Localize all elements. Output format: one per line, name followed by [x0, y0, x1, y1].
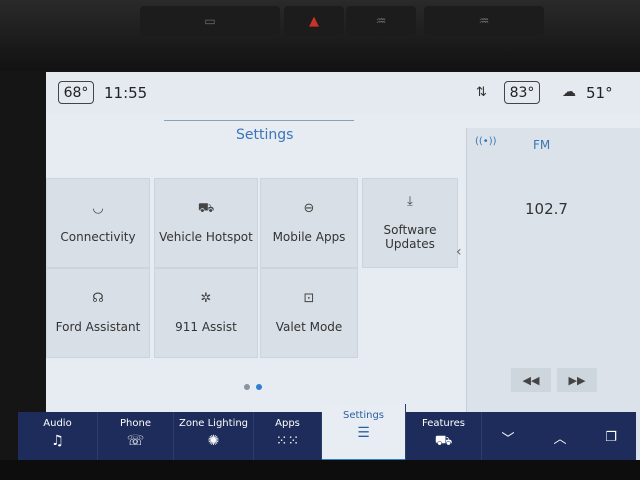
- collapse-panel-icon[interactable]: ‹: [456, 244, 462, 260]
- sliders-icon: ☰: [357, 425, 370, 441]
- rear-defrost-button[interactable]: ♒: [424, 6, 544, 36]
- outside-temp: 51°: [586, 84, 613, 102]
- seek-forward-icon: ▶▶: [568, 373, 586, 387]
- weather-icon: ☁: [562, 84, 576, 100]
- truck-icon: ⛟: [434, 433, 453, 449]
- nav-features[interactable]: Features ⛟: [406, 412, 482, 462]
- page-dot-2[interactable]: [256, 384, 262, 390]
- music-note-icon: ♫: [51, 433, 64, 449]
- page-title: Settings: [236, 127, 294, 143]
- tile-vehicle-hotspot[interactable]: ⛟ Vehicle Hotspot: [154, 178, 258, 268]
- climate-temp-badge[interactable]: 83°: [504, 81, 540, 104]
- wifi-icon: ◡: [92, 201, 104, 216]
- nav-label: Apps: [275, 418, 300, 429]
- hazard-button[interactable]: ▲: [284, 6, 344, 36]
- tile-911-assist[interactable]: ✲ 911 Assist: [154, 268, 258, 358]
- bezel-top: ▭ ▲ ♒ ♒: [0, 0, 640, 70]
- status-bar: 68° 11:55 ⇅ 83° ☁ 51°: [46, 72, 640, 114]
- tile-valet-mode[interactable]: ⊡ Valet Mode: [260, 268, 358, 358]
- chevron-down-icon: ﹀: [501, 431, 515, 447]
- radio-frequency: 102.7: [525, 200, 568, 218]
- nav-label: Settings: [342, 410, 384, 421]
- signal-icon: ((•)): [475, 136, 497, 147]
- assist-icon: ✲: [200, 291, 212, 306]
- nav-label: Audio: [43, 418, 72, 429]
- voice-icon: ☊: [92, 291, 104, 306]
- hw-button-left[interactable]: ▭: [140, 6, 280, 36]
- seek-back-icon: ◀◀: [522, 373, 540, 387]
- seek-forward-button[interactable]: ▶▶: [557, 368, 597, 392]
- nav-label: Features: [422, 418, 465, 429]
- nav-up-button[interactable]: ︿: [534, 412, 586, 462]
- tile-ford-assistant[interactable]: ☊ Ford Assistant: [46, 268, 150, 358]
- tile-label: Mobile Apps: [272, 230, 346, 244]
- radio-band[interactable]: FM: [533, 138, 550, 152]
- nav-cards-button[interactable]: ❐: [586, 412, 636, 462]
- page-indicator[interactable]: [244, 384, 262, 390]
- tile-label: 911 Assist: [175, 320, 237, 334]
- cabin-temp: 68°: [63, 84, 89, 101]
- nav-down-button[interactable]: ﹀: [482, 412, 534, 462]
- bezel-bottom: [0, 460, 640, 480]
- tile-label: Vehicle Hotspot: [159, 230, 253, 244]
- apps-grid-icon: ⁙⁙: [275, 433, 300, 449]
- tile-mobile-apps[interactable]: ⊖ Mobile Apps: [260, 178, 358, 268]
- nav-audio[interactable]: Audio ♫: [18, 412, 98, 462]
- phone-icon: ☏: [126, 433, 145, 449]
- bottom-nav: Audio ♫ Phone ☏ Zone Lighting ✺ Apps ⁙⁙ …: [18, 404, 636, 462]
- download-icon: ⤓: [407, 194, 413, 209]
- lock-icon: ⊡: [303, 291, 315, 306]
- tile-label: Valet Mode: [275, 320, 343, 334]
- clock: 11:55: [104, 84, 148, 102]
- climate-temp: 83°: [509, 84, 535, 101]
- car-wifi-icon: ⛟: [197, 201, 215, 216]
- link-icon: ⊖: [303, 201, 315, 216]
- defrost-button[interactable]: ♒: [346, 6, 416, 36]
- nav-apps[interactable]: Apps ⁙⁙: [254, 412, 322, 462]
- nav-label: Zone Lighting: [178, 418, 249, 429]
- tile-label: Connectivity: [60, 230, 136, 244]
- tile-label: Ford Assistant: [55, 320, 141, 334]
- tile-label: Software Updates: [383, 223, 437, 251]
- lighting-icon: ✺: [207, 433, 220, 449]
- nav-settings[interactable]: Settings ☰: [322, 404, 406, 462]
- title-divider: [164, 120, 354, 121]
- page-dot-1[interactable]: [244, 384, 250, 390]
- nav-label: Phone: [120, 418, 151, 429]
- nav-zone-lighting[interactable]: Zone Lighting ✺: [174, 412, 254, 462]
- seek-back-button[interactable]: ◀◀: [511, 368, 551, 392]
- chevron-up-icon: ︿: [553, 431, 567, 447]
- tile-software-updates[interactable]: ⤓ Software Updates: [362, 178, 458, 268]
- cabin-temp-badge[interactable]: 68°: [58, 81, 94, 104]
- sort-icon: ⇅: [476, 85, 487, 100]
- cards-icon: ❐: [605, 429, 617, 445]
- tile-connectivity[interactable]: ◡ Connectivity: [46, 178, 150, 268]
- nav-phone[interactable]: Phone ☏: [98, 412, 174, 462]
